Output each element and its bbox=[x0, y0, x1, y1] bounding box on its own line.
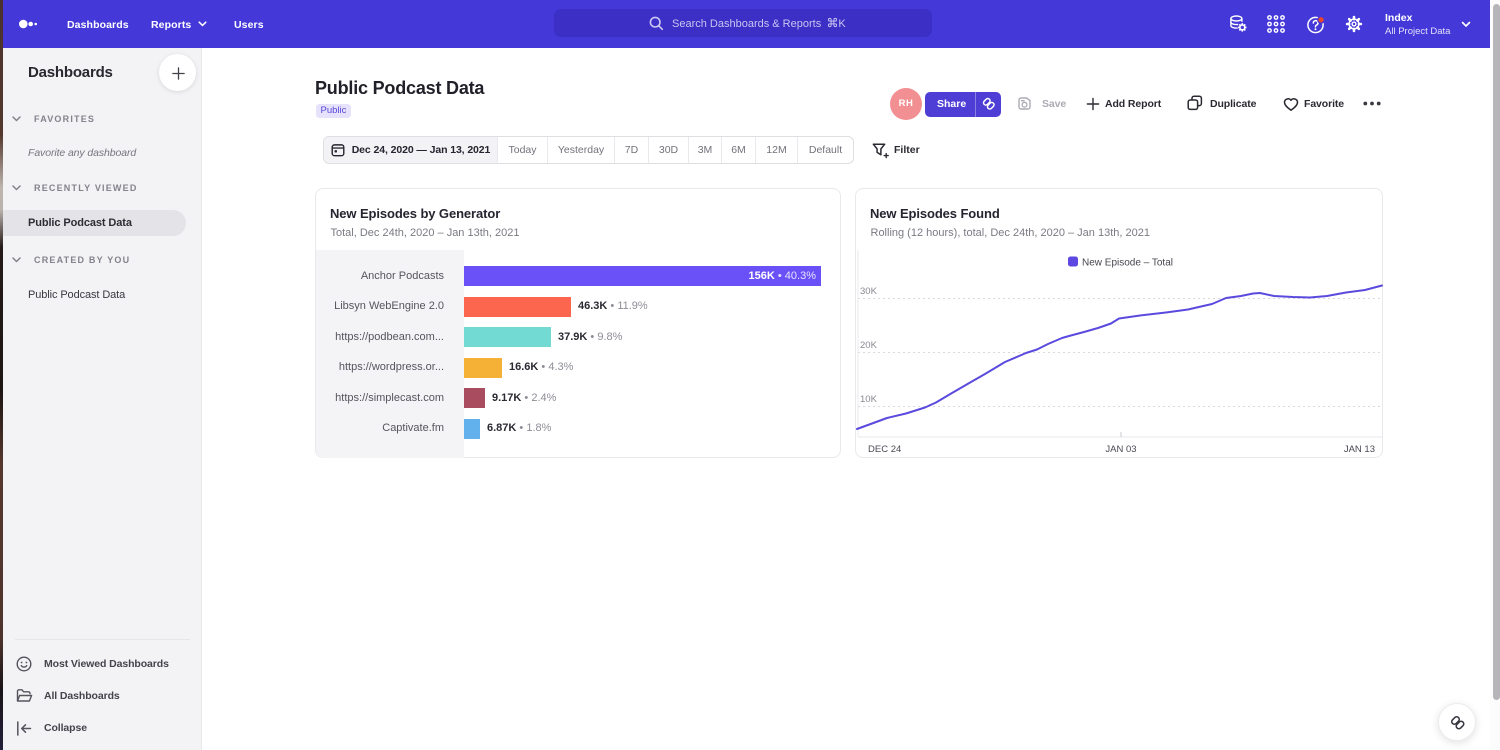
svg-text:New Episode – Total: New Episode – Total bbox=[1082, 258, 1173, 269]
svg-text:JAN 13: JAN 13 bbox=[1344, 444, 1375, 455]
svg-text:DEC 24: DEC 24 bbox=[868, 444, 901, 455]
svg-text:JAN 03: JAN 03 bbox=[1105, 444, 1136, 455]
svg-text:10K: 10K bbox=[860, 394, 878, 405]
svg-text:30K: 30K bbox=[860, 286, 878, 297]
svg-text:20K: 20K bbox=[860, 340, 878, 351]
